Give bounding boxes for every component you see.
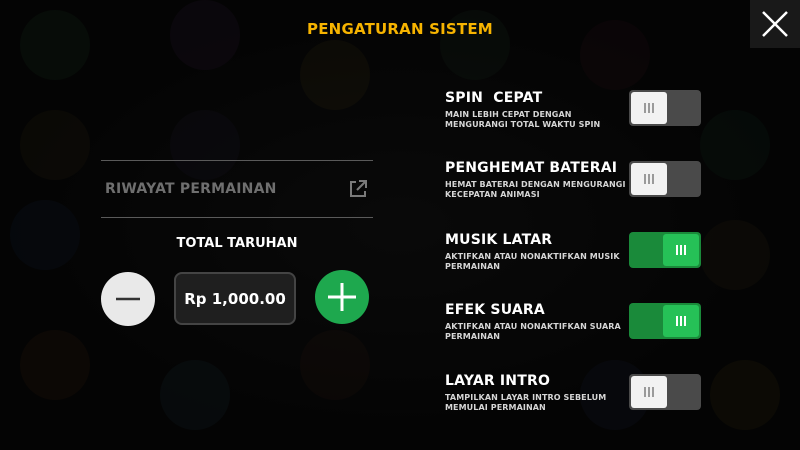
increase-bet-button[interactable] [315, 270, 369, 324]
setting-description: HEMAT BATERAI DENGAN MENGURANGI KECEPATA… [445, 180, 626, 199]
toggle-efek-suara[interactable] [629, 303, 701, 339]
close-icon [762, 11, 788, 37]
toggle-penghemat-baterai[interactable] [629, 161, 701, 197]
external-link-icon [350, 180, 367, 197]
toggle-knob [663, 234, 699, 266]
setting-description: MAIN LEBIH CEPAT DENGAN MENGURANGI TOTAL… [445, 110, 601, 129]
game-history-link[interactable]: RIWAYAT PERMAINAN [101, 160, 373, 218]
toggle-layar-intro[interactable] [629, 374, 701, 410]
bet-amount-value: Rp 1,000.00 [174, 272, 296, 325]
setting-description: AKTIFKAN ATAU NONAKTIFKAN MUSIK PERMAINA… [445, 252, 620, 271]
toggle-spin-cepat[interactable] [629, 90, 701, 126]
minus-icon [116, 297, 140, 301]
game-history-label: RIWAYAT PERMAINAN [105, 181, 277, 197]
toggle-knob [631, 376, 667, 408]
decrease-bet-button[interactable] [101, 272, 155, 326]
toggle-knob [663, 305, 699, 337]
setting-description: TAMPILKAN LAYAR INTRO SEBELUM MEMULAI PE… [445, 393, 607, 412]
close-button[interactable] [750, 0, 800, 48]
total-bet-title: TOTAL TARUHAN [176, 236, 298, 251]
setting-description: AKTIFKAN ATAU NONAKTIFKAN SUARA PERMAINA… [445, 322, 621, 341]
page-title: PENGATURAN SISTEM [307, 20, 493, 38]
toggle-musik-latar[interactable] [629, 232, 701, 268]
plus-icon [328, 283, 356, 311]
toggle-knob [631, 92, 667, 124]
toggle-knob [631, 163, 667, 195]
